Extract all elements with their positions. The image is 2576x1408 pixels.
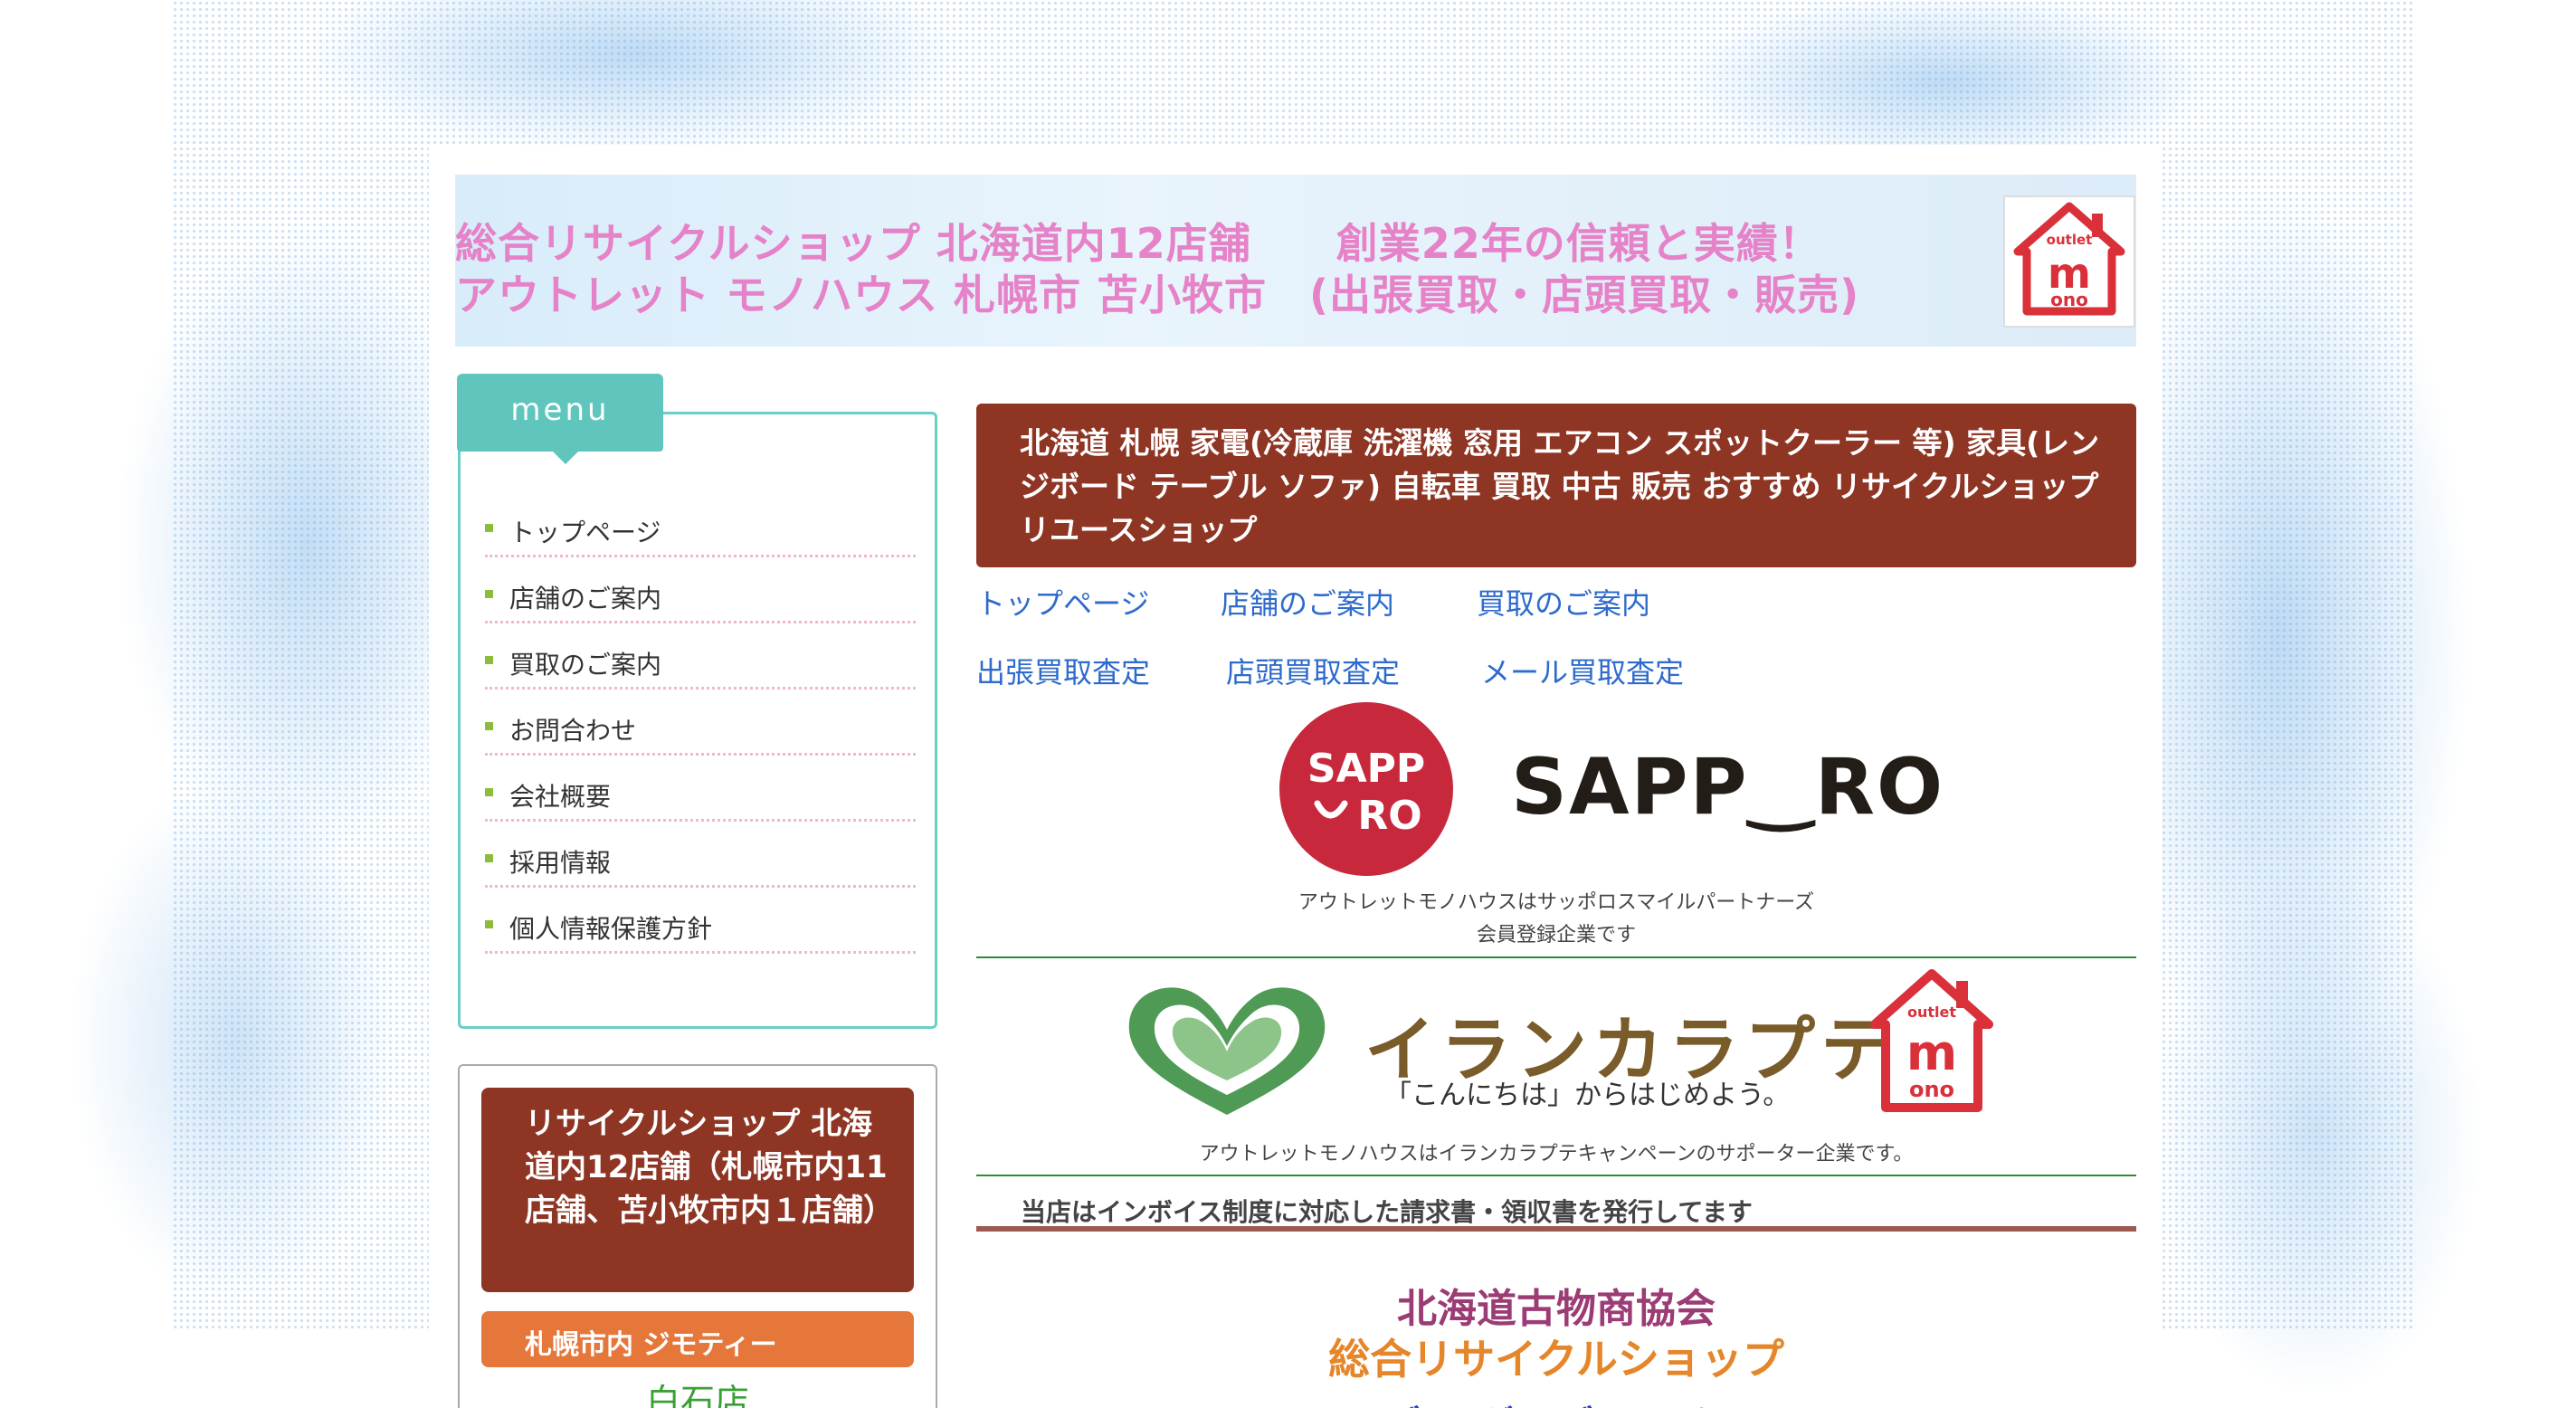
shops-heading-box: リサイクルショップ 北海道内12店舗（札幌市内11店舗、苫小牧市内１店舗）	[481, 1088, 914, 1292]
sapporo-caption-2: 会員登録企業です	[1476, 924, 1636, 947]
divider-green-2	[976, 1175, 2136, 1176]
menu-item-privacy[interactable]: 個人情報保護方針	[485, 888, 916, 954]
menu-item-label: 会社概要	[509, 782, 612, 812]
shops-heading: リサイクルショップ 北海道内12店舗（札幌市内11店舗、苫小牧市内１店舗）	[525, 1106, 894, 1229]
bullet-icon	[485, 590, 493, 598]
menu-item-label: 個人情報保護方針	[509, 914, 713, 944]
nav-link-store-appraisal[interactable]: 店頭買取査定	[1226, 650, 1400, 691]
menu-item-label: トップページ	[509, 518, 661, 547]
svg-text:ono: ono	[2050, 289, 2088, 310]
menu-item-recruit[interactable]: 採用情報	[485, 822, 916, 888]
sapporo-badge-icon: SAPP RO	[1279, 702, 1453, 876]
jmty-link[interactable]: 札幌市内 ジモティー	[481, 1311, 914, 1367]
bullet-icon	[485, 854, 493, 862]
menu-item-stores[interactable]: 店舗のご案内	[485, 557, 916, 623]
svg-text:outlet: outlet	[2047, 232, 2093, 248]
association-market: ユーズド グッズ マーケット	[976, 1394, 2136, 1408]
divider-brown	[976, 1226, 2136, 1232]
menu-item-buyback[interactable]: 買取のご案内	[485, 623, 916, 690]
irankarapte-heart-logo[interactable]	[1120, 979, 1334, 1124]
menu-item-label: お問合わせ	[509, 716, 637, 746]
invoice-notice: 当店はインボイス制度に対応した請求書・領収書を発行してます	[1021, 1197, 1753, 1227]
svg-text:SAPP: SAPP	[1307, 746, 1425, 792]
association-name: 北海道古物商協会	[1397, 1286, 1716, 1332]
association-subtitle: 総合リサイクルショップ	[1328, 1335, 1784, 1384]
house-logo-icon: outlet m ono	[2013, 202, 2125, 316]
main-title: 北海道 札幌 家電(冷蔵庫 洗濯機 窓用 エアコン スポットクーラー 等) 家具…	[1020, 425, 2100, 547]
svg-text:RO: RO	[1357, 793, 1421, 839]
house-logo-icon: outlet m ono	[1870, 969, 1993, 1112]
menu-item-company[interactable]: 会社概要	[485, 756, 916, 822]
svg-text:m: m	[1906, 1024, 1957, 1081]
bullet-icon	[485, 788, 493, 796]
nav-link-visit-appraisal[interactable]: 出張買取査定	[976, 650, 1150, 691]
bullet-icon	[485, 656, 493, 664]
menu-item-contact[interactable]: お問合わせ	[485, 690, 916, 756]
nav-link-stores[interactable]: 店舗のご案内	[1221, 581, 1394, 623]
menu-tab: menu	[457, 374, 663, 464]
bullet-icon	[485, 920, 493, 928]
sapporo-caption-1: アウトレットモノハウスはサッポロスマイルパートナーズ	[1298, 891, 1815, 914]
main-title-box: 北海道 札幌 家電(冷蔵庫 洗濯機 窓用 エアコン スポットクーラー 等) 家具…	[976, 404, 2136, 567]
svg-text:ono: ono	[1909, 1077, 1954, 1102]
divider-green	[976, 956, 2136, 958]
bullet-icon	[485, 524, 493, 532]
site-header: 総合リサイクルショップ 北海道内12店舗 創業22年の信頼と実績！ アウトレット…	[455, 175, 2136, 347]
nav-link-top[interactable]: トップページ	[976, 581, 1149, 623]
sapporo-wordmark: SAPP‿RO	[1511, 742, 1945, 832]
header-line-2: アウトレット モノハウス 札幌市 苫小牧市 (出張買取・店頭買取・販売)	[455, 271, 1860, 319]
green-heart-icon	[1128, 987, 1326, 1115]
nav-link-buyback[interactable]: 買取のご案内	[1477, 581, 1650, 623]
sapporo-smile-badge[interactable]: SAPP RO	[1279, 702, 1453, 876]
menu-item-label: 採用情報	[509, 848, 612, 878]
bullet-icon	[485, 722, 493, 730]
menu-item-top[interactable]: トップページ	[485, 491, 916, 557]
shop-shiroishi-link[interactable]: 白石店	[481, 1374, 914, 1408]
jmty-label: 札幌市内 ジモティー	[525, 1329, 777, 1361]
menu-item-label: 買取のご案内	[509, 650, 662, 680]
nav-link-mail-appraisal[interactable]: メール買取査定	[1481, 650, 1684, 691]
svg-text:outlet: outlet	[1907, 1004, 1956, 1021]
irankarapte-subtitle: 「こんにちは」からはじめよう。	[1384, 1080, 1791, 1111]
menu-item-label: 店舗のご案内	[509, 584, 662, 614]
outlet-mono-logo-small[interactable]: outlet m ono	[1864, 963, 2000, 1117]
menu-title: menu	[510, 392, 610, 428]
outlet-mono-logo[interactable]: outlet m ono	[2003, 195, 2135, 328]
irankarapte-caption: アウトレットモノハウスはイランカラプテキャンペーンのサポーター企業です。	[1199, 1143, 1914, 1165]
